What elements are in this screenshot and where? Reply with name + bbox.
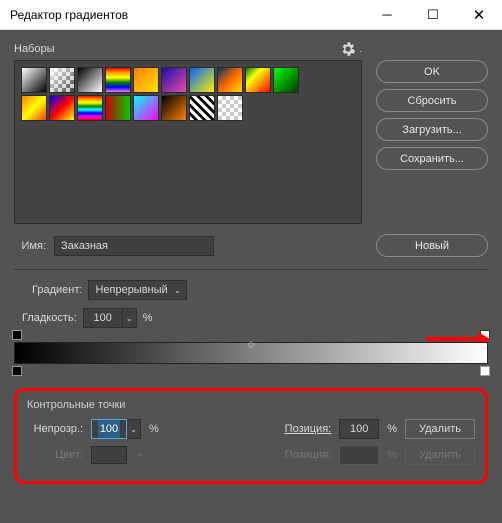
position-unit-2: %: [387, 449, 397, 461]
chevron-right-icon: .: [359, 44, 362, 54]
name-input[interactable]: [54, 236, 214, 256]
chevron-down-icon: ⌄: [135, 446, 144, 464]
minimize-button[interactable]: ─: [364, 0, 410, 30]
dialog-body: Наборы .: [0, 30, 502, 498]
preset-swatch[interactable]: [77, 67, 103, 93]
side-buttons: OK Сбросить Загрузить... Сохранить...: [376, 42, 488, 224]
preset-swatch[interactable]: [21, 67, 47, 93]
reset-button[interactable]: Сбросить: [376, 89, 488, 112]
window-title: Редактор градиентов: [10, 8, 364, 22]
preset-swatch[interactable]: [245, 67, 271, 93]
gradient-type-select[interactable]: Непрерывный ⌄: [88, 280, 186, 300]
preset-swatch[interactable]: [21, 95, 47, 121]
gradient-type-value: Непрерывный: [95, 284, 167, 296]
chevron-down-icon[interactable]: ⌄: [127, 419, 141, 439]
smoothness-input[interactable]: [83, 308, 123, 328]
preset-swatch[interactable]: [105, 67, 131, 93]
position-input-2: [339, 445, 379, 465]
maximize-button[interactable]: ☐: [410, 0, 456, 30]
opacity-unit: %: [149, 423, 159, 435]
preset-swatch[interactable]: [161, 67, 187, 93]
color-stop-right[interactable]: [480, 366, 490, 376]
opacity-spinner[interactable]: 100 ⌄: [91, 419, 141, 439]
preset-swatch[interactable]: [133, 95, 159, 121]
chevron-down-icon[interactable]: ⌄: [123, 308, 137, 328]
midpoint-icon[interactable]: ◇: [248, 339, 255, 350]
preset-swatch[interactable]: [189, 67, 215, 93]
preset-swatch[interactable]: [77, 95, 103, 121]
preset-swatch[interactable]: [161, 95, 187, 121]
smoothness-spinner[interactable]: ⌄: [83, 308, 137, 328]
control-points-title: Контрольные точки: [27, 399, 475, 411]
presets-grid[interactable]: [14, 60, 362, 224]
close-button[interactable]: ✕: [456, 0, 502, 30]
preset-swatch[interactable]: [217, 95, 243, 121]
position-label-2: Позиция:: [285, 449, 332, 461]
presets-label: Наборы: [14, 43, 341, 55]
preset-swatch[interactable]: [49, 95, 75, 121]
titlebar: Редактор градиентов ─ ☐ ✕: [0, 0, 502, 30]
presets-panel: Наборы .: [14, 42, 362, 224]
gradient-bar[interactable]: ◇: [14, 342, 488, 364]
color-well: [91, 446, 127, 464]
preset-swatch[interactable]: [217, 67, 243, 93]
preset-swatch[interactable]: [133, 67, 159, 93]
opacity-input[interactable]: 100: [91, 419, 127, 439]
delete-opacity-button[interactable]: Удалить: [405, 419, 475, 439]
ok-button[interactable]: OK: [376, 60, 488, 83]
preset-swatch[interactable]: [273, 67, 299, 93]
position-unit: %: [387, 423, 397, 435]
control-points-panel: Контрольные точки Непрозр.: 100 ⌄ % Пози…: [14, 388, 488, 484]
divider: [14, 269, 488, 270]
opacity-label: Непрозр.:: [27, 423, 83, 435]
color-label: Цвет:: [27, 449, 83, 461]
position-label: Позиция:: [285, 423, 332, 435]
preset-swatch[interactable]: [105, 95, 131, 121]
preset-swatch[interactable]: [189, 95, 215, 121]
gear-icon[interactable]: [341, 42, 355, 56]
smoothness-unit: %: [143, 312, 153, 324]
color-stop-left[interactable]: [12, 366, 22, 376]
name-label: Имя:: [14, 240, 46, 252]
load-button[interactable]: Загрузить...: [376, 118, 488, 141]
new-button[interactable]: Новый: [376, 234, 488, 257]
preset-swatch[interactable]: [49, 67, 75, 93]
chevron-down-icon: ⌄: [174, 286, 181, 295]
position-input[interactable]: [339, 419, 379, 439]
save-button[interactable]: Сохранить...: [376, 147, 488, 170]
smoothness-label: Гладкость:: [22, 312, 77, 324]
delete-color-button: Удалить: [405, 445, 475, 465]
opacity-stop-left[interactable]: [12, 330, 22, 340]
gradient-editor[interactable]: ◇: [14, 336, 488, 370]
gradient-type-label: Градиент:: [32, 284, 82, 296]
